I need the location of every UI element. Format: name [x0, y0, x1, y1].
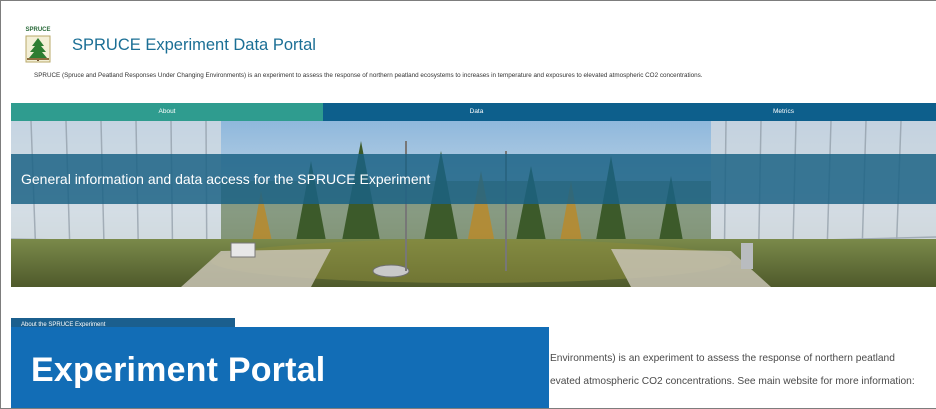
- site-title[interactable]: SPRUCE Experiment Data Portal: [72, 36, 316, 55]
- overlay-title: Experiment Portal: [31, 351, 326, 389]
- logo-text: SPRUCE: [25, 27, 51, 33]
- spruce-tree-icon: [25, 35, 51, 63]
- site-description: SPRUCE (Spruce and Peatland Responses Un…: [34, 72, 703, 79]
- hero-enclosure-photo: [11, 121, 936, 287]
- experiment-portal-overlay: Experiment Portal: [11, 327, 549, 408]
- spruce-logo[interactable]: SPRUCE: [25, 27, 51, 64]
- nav-tab-about[interactable]: About: [11, 103, 323, 121]
- nav-tab-data[interactable]: Data: [323, 103, 630, 121]
- nav-tab-metrics[interactable]: Metrics: [630, 103, 936, 121]
- intro-text-line-1: Environments) is an experiment to assess…: [550, 353, 895, 364]
- browser-page: SPRUCE SPRUCE Experiment Data Portal SPR…: [0, 0, 936, 409]
- main-nav: About Data Metrics: [11, 103, 936, 121]
- hero-caption: General information and data access for …: [21, 171, 431, 187]
- site-header: SPRUCE SPRUCE Experiment Data Portal SPR…: [11, 1, 936, 103]
- intro-text-line-2: evated atmospheric CO2 concentrations. S…: [550, 376, 915, 387]
- hero-banner: General information and data access for …: [11, 121, 936, 287]
